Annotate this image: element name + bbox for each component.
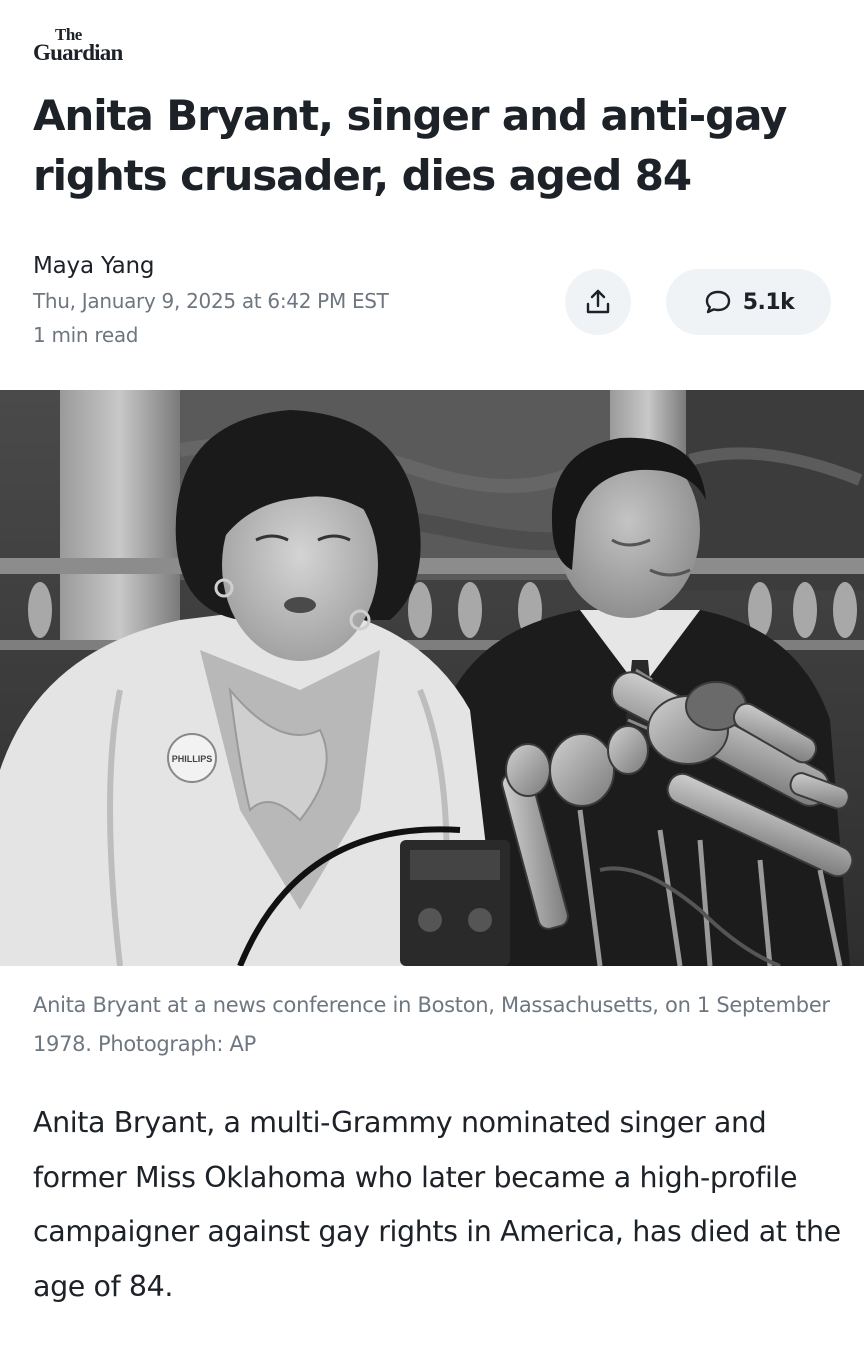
article-body-paragraph: Anita Bryant, a multi-Grammy nominated s… [33,1106,841,1303]
share-button[interactable] [565,269,631,335]
campaign-badge-text: PHILLIPS [172,754,213,764]
logo-guardian-text: Guardian [33,40,123,65]
guardian-logo: The Guardian [33,26,153,66]
press-conference-photo: PHILLIPS [0,390,864,966]
article-photo[interactable]: PHILLIPS [0,390,864,966]
comment-bubble-icon [705,290,730,314]
comments-button[interactable]: 5.1k [666,269,831,335]
article-headline: Anita Bryant, singer and anti-gay rights… [33,91,787,200]
author-name[interactable]: Maya Yang [33,253,155,279]
comment-count: 5.1k [742,289,795,315]
share-icon [586,289,610,314]
photo-caption: Anita Bryant at a news conference in Bos… [33,993,830,1056]
read-time: 1 min read [33,323,139,347]
publish-date: Thu, January 9, 2025 at 6:42 PM EST [33,289,389,313]
